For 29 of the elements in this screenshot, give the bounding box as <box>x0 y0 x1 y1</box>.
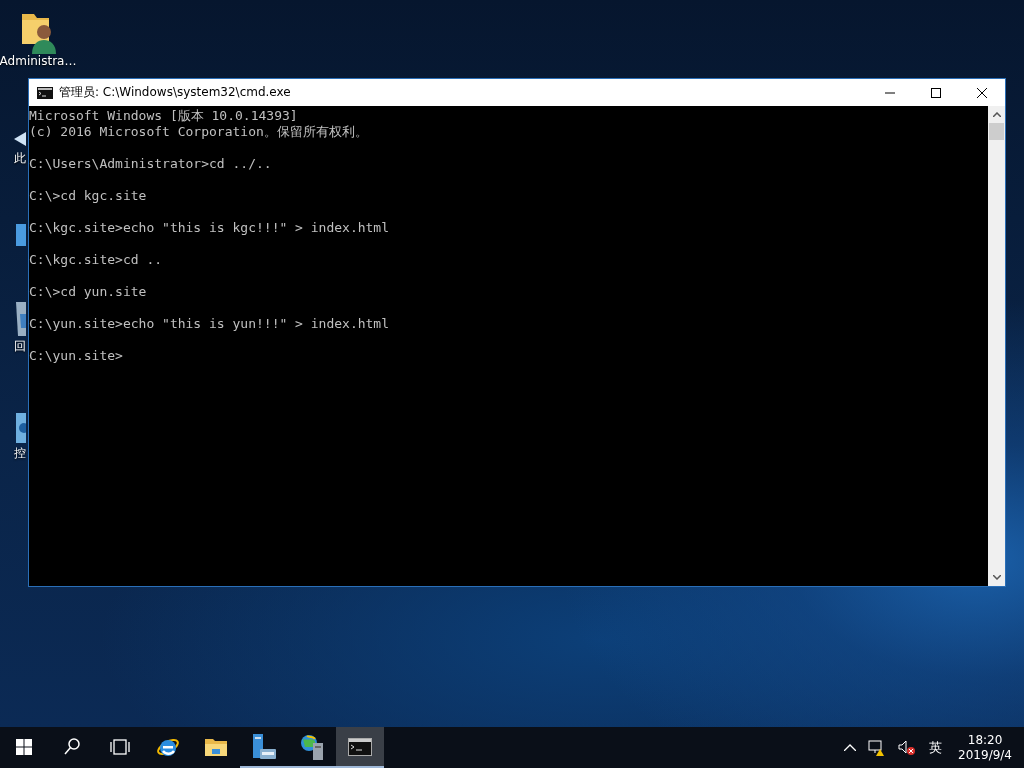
window-title: 管理员: C:\Windows\system32\cmd.exe <box>59 84 292 101</box>
desktop-icon-label[interactable]: 回 <box>14 340 26 353</box>
desktop-icon-label[interactable]: Administra… <box>0 54 77 68</box>
task-view-icon <box>109 738 131 755</box>
search-icon <box>64 737 80 756</box>
close-icon <box>977 87 987 98</box>
console-line: C:\>cd kgc.site <box>29 188 148 204</box>
desktop-icon-label[interactable]: 此 <box>14 152 26 165</box>
console-line: C:\yun.site>echo "this is yun!!!" > index.html <box>29 316 391 332</box>
taskbar-app-button[interactable] <box>336 727 384 768</box>
language-indicator[interactable]: 英 <box>925 738 947 757</box>
terminal-icon <box>37 86 53 99</box>
console-line: C:\kgc.site>cd .. <box>29 252 164 268</box>
clock-time[interactable]: 18:20 <box>967 732 1003 748</box>
scroll-thumb[interactable] <box>989 123 1004 140</box>
clock-date[interactable]: 2019/9/4 <box>958 747 1012 763</box>
windows-logo-icon <box>16 738 32 755</box>
globe-server-icon <box>299 732 325 761</box>
desktop-icon-label[interactable]: 控 <box>14 447 26 460</box>
console-line: C:\>cd yun.site <box>29 284 148 300</box>
console-line: C:\yun.site> <box>29 348 124 364</box>
console-line: C:\kgc.site>echo "this is kgc!!!" > index.html <box>29 220 391 236</box>
console-line: (c) 2016 Microsoft Corporation。保留所有权利。 <box>29 124 369 140</box>
terminal-icon <box>348 737 372 756</box>
server-icon <box>251 732 277 761</box>
maximize-icon <box>931 87 941 98</box>
console-line: C:\Users\Administrator>cd ../.. <box>29 156 273 172</box>
scrollbar[interactable] <box>988 106 1005 586</box>
console-line: Microsoft Windows [版本 10.0.14393] <box>29 108 299 124</box>
